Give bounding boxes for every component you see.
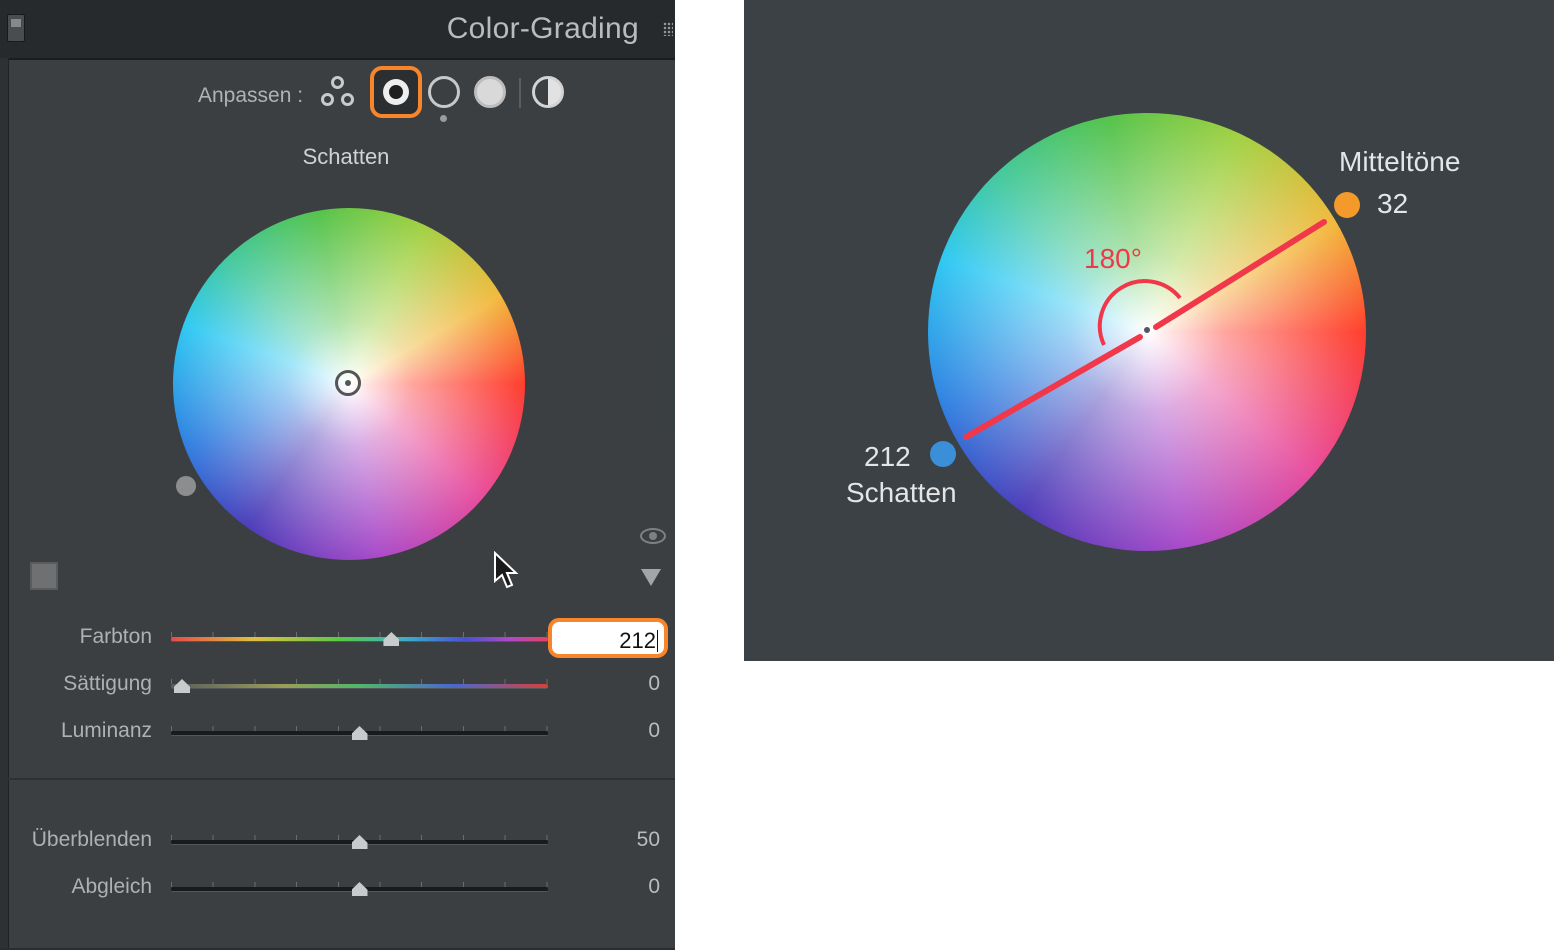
three-way-view-button[interactable] [318, 75, 358, 111]
saturation-slider[interactable] [171, 684, 548, 689]
global-view-button[interactable] [532, 76, 564, 108]
divider [8, 778, 675, 780]
shadows-view-button[interactable] [370, 66, 422, 118]
section-label: Schatten [302, 144, 390, 169]
complementary-line [963, 219, 1327, 440]
luminance-slider-label: Luminanz [60, 719, 152, 742]
saturation-slider-label: Sättigung [63, 672, 152, 695]
hue-handle[interactable] [176, 476, 196, 496]
adjust-label: Anpassen : [198, 84, 304, 107]
midtones-value: 32 [1377, 188, 1409, 219]
shadows-marker [930, 441, 956, 467]
midtones-label: Mitteltöne [1339, 146, 1461, 177]
triangle-down-icon[interactable] [641, 569, 661, 586]
panel-header: Color-Grading [0, 0, 675, 60]
shadows-icon [383, 79, 409, 105]
luminance-value[interactable]: 0 [648, 719, 660, 743]
panel-edge [0, 58, 9, 950]
shadows-value: 212 [864, 441, 911, 472]
hue-slider-label: Farbton [79, 625, 152, 648]
indicator-dot [440, 115, 447, 122]
adjacent-wheel [655, 300, 675, 470]
highlights-view-button[interactable] [474, 76, 506, 108]
balance-slider-label: Abgleich [71, 875, 152, 898]
circle-icon [321, 93, 334, 106]
hue-value-input[interactable]: 212 [548, 618, 668, 658]
eye-icon[interactable] [640, 528, 666, 544]
circle-icon [341, 93, 354, 106]
balance-value[interactable]: 0 [648, 875, 660, 899]
circle-icon [331, 76, 344, 89]
mode-separator [519, 78, 521, 108]
panel-menu-icon[interactable] [663, 22, 673, 36]
hue-slider[interactable] [171, 637, 548, 642]
shadows-label: Schatten [846, 477, 957, 508]
angle-label: 180° [1084, 243, 1142, 274]
blending-slider-label: Überblenden [31, 828, 152, 851]
panel-collapse-icon[interactable] [7, 14, 25, 42]
complementary-illustration: Mitteltöne 32 212 Schatten 180° [744, 0, 1554, 661]
panel-bottom-edge [0, 948, 675, 950]
midtones-view-button[interactable] [428, 76, 460, 108]
saturation-value[interactable]: 0 [648, 672, 660, 696]
mouse-cursor-icon [494, 551, 519, 589]
midtones-marker [1334, 192, 1360, 218]
wheel-center-handle[interactable] [335, 370, 361, 396]
color-swatch[interactable] [30, 562, 58, 590]
panel-title[interactable]: Color-Grading [447, 12, 639, 46]
blending-value[interactable]: 50 [637, 828, 660, 852]
color-grading-panel: Color-Grading Anpassen : Schatten Farbto… [0, 0, 675, 950]
